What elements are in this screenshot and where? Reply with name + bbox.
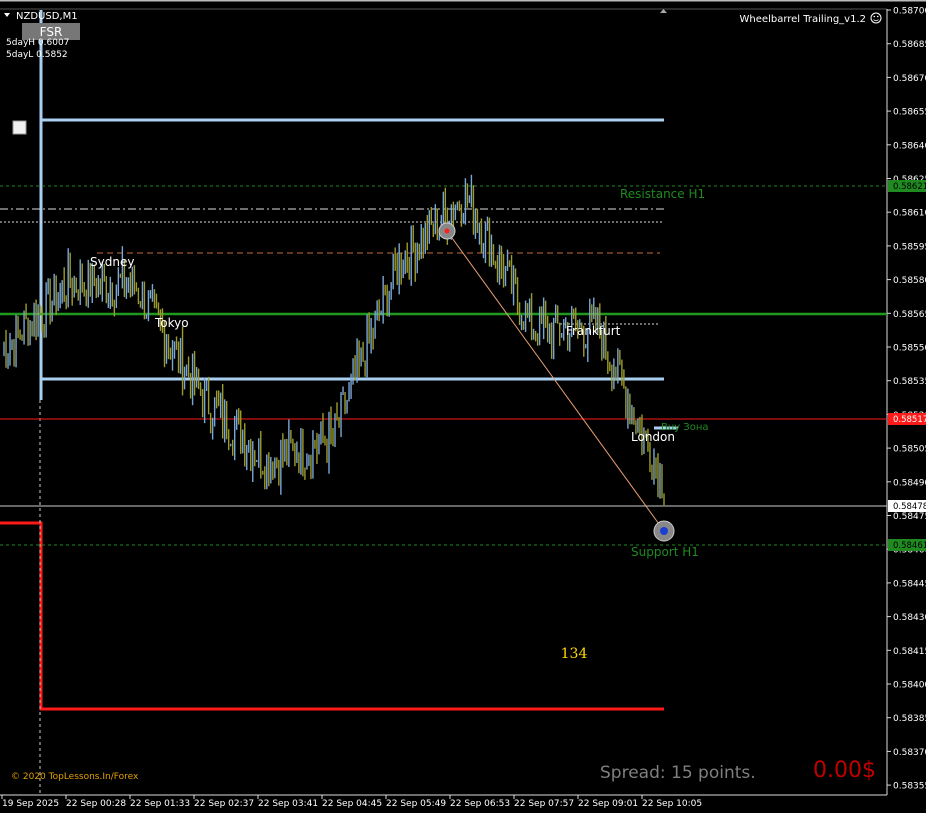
- resistance-price-text: 0.58621: [893, 182, 926, 192]
- price-tick-label: 0.58535: [893, 377, 926, 387]
- profit-text: 0.00$: [813, 758, 876, 783]
- toggle-checkbox[interactable]: [12, 120, 27, 135]
- time-tick-label: 22 Sep 04:45: [322, 799, 382, 809]
- time-tick-label: 22 Sep 06:53: [450, 799, 510, 809]
- time-tick-label: 22 Sep 01:33: [130, 799, 190, 809]
- session-tokyo: Tokyo: [154, 316, 189, 330]
- time-tick-label: 22 Sep 05:49: [386, 799, 446, 809]
- smiley-eye-right-icon: [876, 15, 879, 18]
- time-tick-label: 19 Sep 2025: [2, 799, 59, 809]
- price-tick-label: 0.58445: [893, 579, 926, 589]
- price-tick-label: 0.58385: [893, 714, 926, 724]
- copyright-text: © 2020 TopLessons.In/Forex: [11, 772, 139, 782]
- price-tick-label: 0.58700: [893, 7, 926, 17]
- price-tick-label: 0.58685: [893, 40, 926, 50]
- price-tick-label: 0.58490: [893, 478, 926, 488]
- red-price-text: 0.58517: [893, 415, 926, 425]
- time-tick-label: 22 Sep 10:05: [642, 799, 702, 809]
- time-tick-label: 22 Sep 00:28: [66, 799, 126, 809]
- price-tick-label: 0.58550: [893, 344, 926, 354]
- time-tick-label: 22 Sep 07:57: [514, 799, 574, 809]
- price-tick-label: 0.58640: [893, 141, 926, 151]
- chart-background: [0, 0, 926, 813]
- price-tick-label: 0.58580: [893, 276, 926, 286]
- time-tick-label: 22 Sep 02:37: [194, 799, 254, 809]
- buy-zone-label: Buy Зона: [661, 422, 709, 433]
- price-tick-label: 0.58655: [893, 108, 926, 118]
- five-day-low: 5dayL 0.5852: [6, 50, 68, 60]
- price-tick-label: 0.58370: [893, 748, 926, 758]
- five-day-high: 5dayH 0.6007: [6, 38, 69, 48]
- support-price-text: 0.58461: [893, 541, 926, 551]
- time-tick-label: 22 Sep 03:41: [258, 799, 318, 809]
- fsr-button-label: FSR: [40, 25, 63, 39]
- time-tick-label: 22 Sep 09:01: [578, 799, 638, 809]
- price-tick-label: 0.58355: [893, 782, 926, 792]
- price-tick-label: 0.58595: [893, 242, 926, 252]
- price-tick-label: 0.58565: [893, 310, 926, 320]
- sell-marker-dot: [444, 228, 450, 234]
- indicator-name: Wheelbarrel Trailing_v1.2: [740, 14, 866, 25]
- price-tick-label: 0.58505: [893, 445, 926, 455]
- spread-text: Spread: 15 points.: [600, 763, 756, 783]
- price-tick-label: 0.58475: [893, 512, 926, 522]
- support-h1-label: Support H1: [631, 545, 699, 559]
- session-sydney: Sydney: [90, 255, 134, 269]
- price-tick-label: 0.58430: [893, 613, 926, 623]
- price-tick-label: 0.58415: [893, 647, 926, 657]
- resistance-h1-label: Resistance H1: [620, 187, 705, 201]
- chart-area[interactable]: NZDUSD,M1 FSR 5dayH 0.6007 5dayL 0.5852 …: [0, 0, 926, 813]
- chart-title: NZDUSD,M1: [16, 11, 78, 22]
- price-tick-label: 0.58610: [893, 209, 926, 219]
- price-tick-label: 0.58400: [893, 681, 926, 691]
- price-tick-label: 0.58670: [893, 74, 926, 84]
- close-marker-dot: [660, 527, 668, 535]
- session-frankfurt: Frankfurt: [566, 324, 621, 338]
- bid-price-text: 0.58478: [893, 502, 926, 512]
- smiley-eye-left-icon: [873, 15, 876, 18]
- bar-counter: 134: [561, 646, 588, 662]
